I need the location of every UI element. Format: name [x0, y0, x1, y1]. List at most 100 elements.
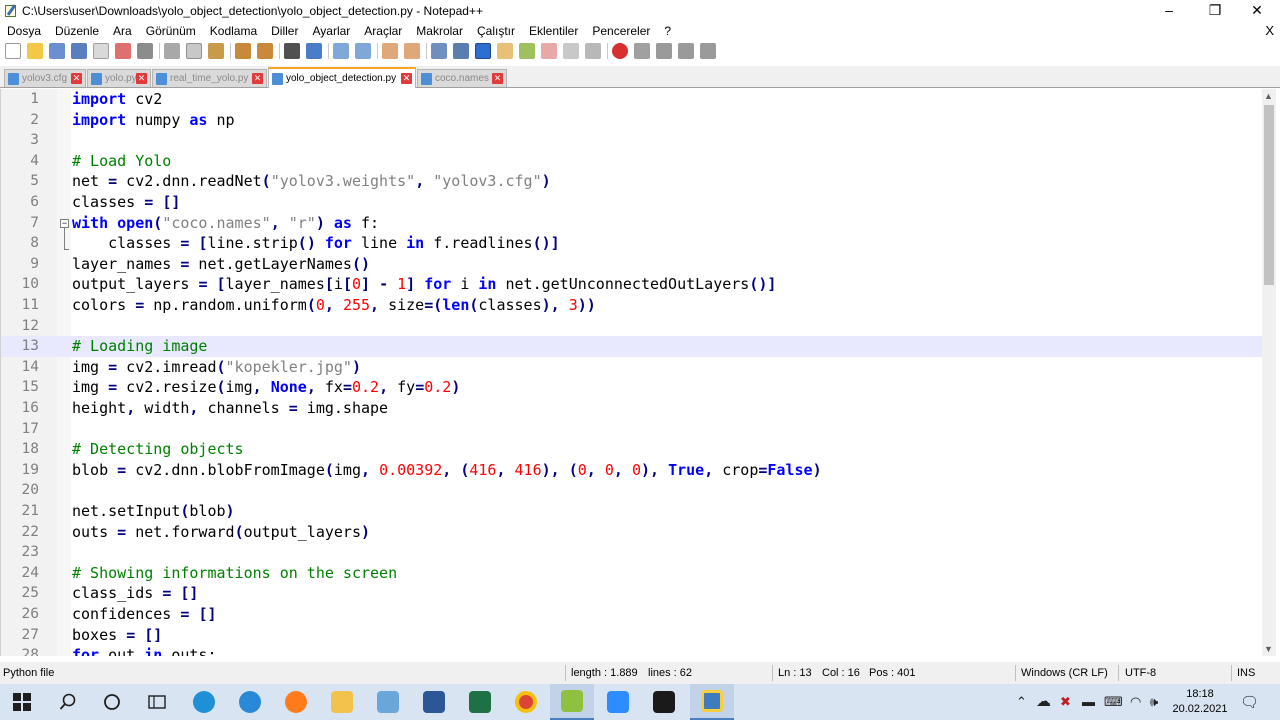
tab-yolov3-cfg[interactable]: yolov3.cfg ✕ — [4, 69, 86, 87]
close-file-icon[interactable] — [93, 43, 109, 59]
fold-collapse-icon[interactable]: − — [60, 218, 69, 228]
copy-icon[interactable] — [186, 43, 202, 59]
volume-icon[interactable]: 🕪 — [1150, 694, 1158, 710]
menu-calistir[interactable]: Çalıştır — [470, 24, 522, 38]
close-tab-icon[interactable]: ✕ — [492, 73, 503, 84]
taskbar-python[interactable] — [690, 684, 734, 720]
code-line[interactable]: 25 class_ids = [] — [1, 583, 1262, 604]
code-line[interactable]: 1 import cv2 — [1, 89, 1262, 110]
code-line[interactable]: 21 net.setInput(blob) — [1, 501, 1262, 522]
code-line[interactable]: 11 colors = np.random.uniform(0, 255, siz… — [1, 295, 1262, 316]
sync-vertical-icon[interactable] — [382, 43, 398, 59]
taskbar-edge[interactable] — [182, 684, 226, 720]
notification-icon[interactable]: 🗨 — [1240, 693, 1259, 711]
folder-as-workspace-icon[interactable] — [563, 43, 579, 59]
print-icon[interactable] — [137, 43, 153, 59]
code-line[interactable]: 16 height, width, channels = img.shape — [1, 398, 1262, 419]
menu-help[interactable]: ? — [657, 24, 678, 38]
menu-eklentiler[interactable]: Eklentiler — [522, 24, 585, 38]
taskbar-terminal[interactable] — [642, 684, 686, 720]
code-line[interactable]: 7 with open("coco.names", "r") as f: — [1, 213, 1262, 234]
code-line[interactable]: 5 net = cv2.dnn.readNet("yolov3.weights",… — [1, 171, 1262, 192]
language-udl-icon[interactable] — [497, 43, 513, 59]
menu-makrolar[interactable]: Makrolar — [409, 24, 470, 38]
security-warning-icon[interactable]: ✖ — [1060, 694, 1071, 710]
redo-icon[interactable] — [257, 43, 273, 59]
taskbar-zoom[interactable] — [596, 684, 640, 720]
indent-guide-icon[interactable] — [475, 43, 491, 59]
paste-icon[interactable] — [208, 43, 224, 59]
code-line[interactable]: 2 import numpy as np — [1, 110, 1262, 131]
task-view-button[interactable] — [135, 684, 179, 720]
code-line[interactable]: 27 boxes = [] — [1, 625, 1262, 646]
code-line[interactable]: 22 outs = net.forward(output_layers) — [1, 522, 1262, 543]
code-line[interactable]: 28 for out in outs: — [1, 645, 1262, 656]
code-editor[interactable]: 1 import cv2 2 import numpy as np 3 4 # Load Y… — [0, 89, 1262, 656]
save-macro-icon[interactable] — [700, 43, 716, 59]
code-line[interactable]: 24 # Showing informations on the screen — [1, 563, 1262, 584]
restore-button[interactable]: ❐ — [1192, 0, 1238, 22]
taskbar-notepad-plus-plus[interactable] — [550, 684, 594, 720]
system-clock[interactable]: 18:18 20.02.2021 — [1172, 687, 1228, 717]
taskbar-file-explorer[interactable] — [320, 684, 364, 720]
code-line[interactable]: 20 — [1, 480, 1262, 501]
new-file-icon[interactable] — [5, 43, 21, 59]
zoom-in-icon[interactable] — [333, 43, 349, 59]
scrollbar-thumb[interactable] — [1264, 105, 1274, 285]
tab-coco-names[interactable]: coco.names ✕ — [417, 69, 507, 87]
tab-yolo-object-detection-py[interactable]: yolo_object_detection.py ✕ — [268, 67, 416, 88]
open-folder-icon[interactable] — [27, 43, 43, 59]
replace-icon[interactable] — [306, 43, 322, 59]
save-all-icon[interactable] — [71, 43, 87, 59]
menu-ara[interactable]: Ara — [106, 24, 139, 38]
menu-gorunum[interactable]: Görünüm — [139, 24, 203, 38]
keyboard-icon[interactable]: ⌨ — [1104, 694, 1123, 710]
start-button[interactable] — [0, 684, 44, 720]
taskbar-word[interactable] — [412, 684, 456, 720]
code-line[interactable]: 17 — [1, 419, 1262, 440]
close-tab-icon[interactable]: ✕ — [252, 73, 263, 84]
search-button[interactable] — [46, 684, 90, 720]
cortana-button[interactable] — [90, 684, 134, 720]
tab-real-time-yolo-py[interactable]: real_time_yolo.py ✕ — [152, 69, 267, 87]
code-line[interactable]: 23 — [1, 542, 1262, 563]
stop-recording-icon[interactable] — [634, 43, 650, 59]
menu-dosya[interactable]: Dosya — [0, 24, 48, 38]
record-macro-icon[interactable] — [612, 43, 628, 59]
code-line[interactable]: 8 classes = [line.strip() for line in f.… — [1, 233, 1262, 254]
sync-horizontal-icon[interactable] — [404, 43, 420, 59]
code-line[interactable]: 12 — [1, 316, 1262, 337]
scroll-down-icon[interactable]: ▼ — [1264, 644, 1273, 654]
taskbar-internet-explorer[interactable] — [228, 684, 272, 720]
taskbar-notepad[interactable] — [366, 684, 410, 720]
close-tab-icon[interactable]: ✕ — [136, 73, 147, 84]
close-tab-icon[interactable]: ✕ — [71, 73, 82, 84]
save-icon[interactable] — [49, 43, 65, 59]
minimize-button[interactable]: – — [1146, 0, 1192, 22]
undo-icon[interactable] — [235, 43, 251, 59]
word-wrap-icon[interactable] — [431, 43, 447, 59]
close-document-button[interactable]: X — [1265, 22, 1274, 40]
scroll-up-icon[interactable]: ▲ — [1264, 91, 1273, 101]
monitoring-icon[interactable] — [585, 43, 601, 59]
run-macro-multiple-icon[interactable] — [678, 43, 694, 59]
find-icon[interactable] — [284, 43, 300, 59]
tab-yolo-py[interactable]: yolo.py ✕ — [87, 69, 151, 87]
code-line[interactable]: 14 img = cv2.imread("kopekler.jpg") — [1, 357, 1262, 378]
playback-macro-icon[interactable] — [656, 43, 672, 59]
function-list-icon[interactable] — [541, 43, 557, 59]
code-line[interactable]: 19 blob = cv2.dnn.blobFromImage(img, 0.00… — [1, 460, 1262, 481]
close-button[interactable]: ✕ — [1234, 0, 1280, 22]
menu-araclar[interactable]: Araçlar — [357, 24, 409, 38]
code-line[interactable]: 18 # Detecting objects — [1, 439, 1262, 460]
menu-duzenle[interactable]: Düzenle — [48, 24, 106, 38]
menu-diller[interactable]: Diller — [264, 24, 305, 38]
code-line[interactable]: 3 — [1, 130, 1262, 151]
menu-kodlama[interactable]: Kodlama — [203, 24, 264, 38]
menu-pencereler[interactable]: Pencereler — [585, 24, 657, 38]
onedrive-cloud-icon[interactable]: ☁ — [1036, 692, 1051, 710]
code-line[interactable]: 10 output_layers = [layer_names[i[0] - 1]… — [1, 274, 1262, 295]
cut-icon[interactable] — [164, 43, 180, 59]
code-line[interactable]: 26 confidences = [] — [1, 604, 1262, 625]
wifi-icon[interactable]: ◠ — [1130, 694, 1141, 710]
